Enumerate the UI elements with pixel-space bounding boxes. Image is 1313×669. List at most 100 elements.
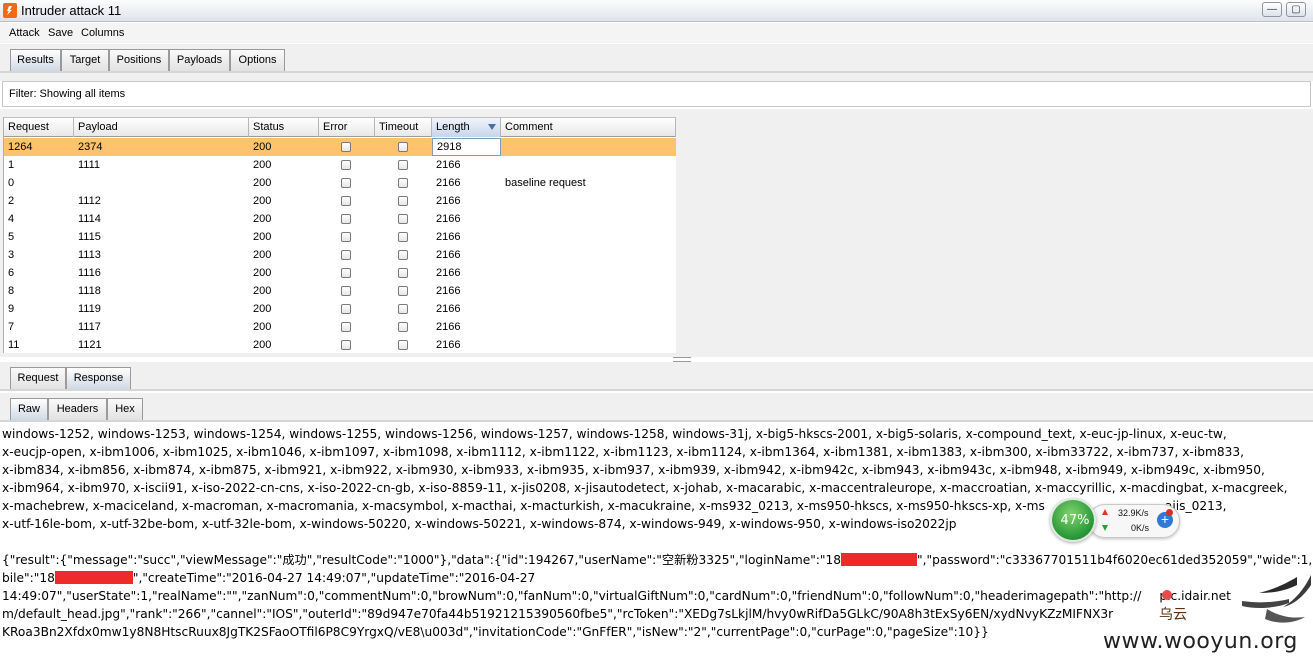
tab-headers[interactable]: Headers	[48, 398, 107, 420]
timeout-checkbox	[398, 286, 408, 296]
response-line: windows-1252, windows-1253, windows-1254…	[2, 425, 1313, 443]
table-row[interactable]: 7 1117 200 2166	[4, 318, 676, 336]
upload-arrow-icon	[1102, 509, 1108, 515]
column-status[interactable]: Status	[249, 118, 319, 137]
table-header: Request Payload Status Error Timeout Len…	[4, 117, 676, 137]
comment-cell	[501, 300, 505, 318]
table-row[interactable]: 4 1114 200 2166	[4, 210, 676, 228]
table-row[interactable]: 11 1121 200 2166	[4, 336, 676, 353]
table-row[interactable]: 1264 2374 200 2918	[4, 138, 676, 156]
column-timeout[interactable]: Timeout	[375, 118, 432, 137]
request-cell: 3	[8, 249, 15, 261]
tab-response[interactable]: Response	[66, 367, 131, 389]
response-text: bile":"18	[2, 571, 55, 585]
table-row[interactable]: 1 1111 200 2166	[4, 156, 676, 174]
length-cell: 2166	[436, 267, 461, 279]
download-speed: 0K/s	[1131, 523, 1150, 533]
column-length[interactable]: Length	[432, 118, 501, 137]
menu-save[interactable]: Save	[48, 27, 73, 39]
response-text: x-ibm834, x-ibm856, x-ibm874, x-ibm875, …	[2, 463, 1265, 477]
timeout-checkbox	[398, 268, 408, 278]
column-length-label: Length	[436, 121, 470, 133]
response-text: x-ibm964, x-ibm970, x-iscii91, x-iso-202…	[2, 481, 1288, 495]
table-row[interactable]: 2 1112 200 2166	[4, 192, 676, 210]
payload-cell: 1118	[78, 285, 101, 297]
tab-positions[interactable]: Positions	[109, 49, 169, 71]
comment-cell	[501, 210, 505, 228]
filter-bar[interactable]: Filter: Showing all items	[2, 81, 1311, 107]
request-cell: 8	[8, 285, 15, 297]
tab-results[interactable]: Results	[10, 49, 61, 71]
status-cell: 200	[253, 195, 272, 207]
column-error[interactable]: Error	[319, 118, 375, 137]
error-checkbox	[341, 160, 351, 170]
response-line: 14:49:07","userState":1,"realName":"","z…	[2, 587, 1313, 605]
status-cell: 200	[253, 159, 272, 171]
length-cell: 2166	[436, 213, 461, 225]
status-cell: 200	[253, 177, 272, 189]
timeout-checkbox	[398, 142, 408, 152]
timeout-checkbox	[398, 160, 408, 170]
table-row[interactable]: 9 1119 200 2166	[4, 300, 676, 318]
comment-cell	[501, 138, 505, 156]
response-line: {"result":{"message":"succ","viewMessage…	[2, 551, 1313, 569]
response-line: x-eucjp-open, x-ibm1006, x-ibm1025, x-ib…	[2, 443, 1313, 461]
payload-cell: 1113	[78, 249, 101, 261]
redaction-mark	[54, 571, 133, 584]
timeout-checkbox	[398, 340, 408, 350]
length-cell: 2918	[432, 138, 501, 156]
menu-bar: Attack Save Columns	[0, 23, 1313, 43]
burp-lightning-icon	[3, 3, 17, 18]
comment-cell	[501, 318, 505, 336]
sort-descending-icon	[488, 124, 496, 130]
tab-hex[interactable]: Hex	[107, 398, 143, 420]
request-cell: 7	[8, 321, 15, 333]
tab-raw[interactable]: Raw	[10, 398, 48, 420]
request-cell: 1264	[8, 141, 33, 153]
table-row[interactable]: 3 1113 200 2166	[4, 246, 676, 264]
status-cell: 200	[253, 339, 272, 351]
request-cell: 4	[8, 213, 15, 225]
error-checkbox	[341, 232, 351, 242]
view-tab-strip: Raw Headers Hex	[0, 393, 1313, 422]
comment-cell	[501, 336, 505, 353]
length-cell: 2166	[436, 339, 461, 351]
network-speed-widget[interactable]: 47% 32.9K/s 0K/s +	[1050, 498, 1180, 542]
payload-cell	[74, 174, 78, 192]
status-cell: 200	[253, 213, 272, 225]
tab-options[interactable]: Options	[230, 49, 285, 71]
column-comment[interactable]: Comment	[501, 118, 676, 137]
comment-cell: baseline request	[505, 177, 586, 189]
payload-cell: 1111	[78, 159, 101, 171]
length-cell: 2166	[436, 321, 461, 333]
column-payload[interactable]: Payload	[74, 118, 249, 137]
tab-request[interactable]: Request	[10, 367, 66, 389]
menu-attack[interactable]: Attack	[9, 27, 40, 39]
timeout-checkbox	[398, 178, 408, 188]
minimize-button[interactable]: —	[1262, 2, 1282, 17]
maximize-button[interactable]: ▢	[1286, 2, 1306, 17]
results-panel: Request Payload Status Error Timeout Len…	[0, 109, 1313, 357]
request-cell: 1	[8, 159, 15, 171]
payload-cell: 1112	[78, 195, 101, 207]
table-row[interactable]: 6 1116 200 2166	[4, 264, 676, 282]
memory-usage-circle[interactable]: 47%	[1050, 498, 1096, 542]
tab-payloads[interactable]: Payloads	[169, 49, 230, 71]
column-request[interactable]: Request	[4, 118, 74, 137]
table-row[interactable]: 5 1115 200 2166	[4, 228, 676, 246]
table-row[interactable]: 0 200 2166 baseline request	[4, 174, 676, 192]
response-text: KRoa3Bn2Xfdx0mw1y8N8HtscRuux8JgTK2SFaoOT…	[2, 625, 989, 639]
payload-cell: 1116	[78, 267, 101, 279]
timeout-checkbox	[398, 196, 408, 206]
menu-columns[interactable]: Columns	[81, 27, 124, 39]
length-cell: 2166	[436, 231, 461, 243]
filter-text: Filter: Showing all items	[9, 88, 126, 100]
tab-target[interactable]: Target	[61, 49, 109, 71]
error-checkbox	[341, 196, 351, 206]
title-bar: Intruder attack 11 — ▢	[0, 0, 1313, 22]
response-line: bile":"18 ","createTime":"2016-04-27 14:4…	[2, 569, 1313, 587]
download-arrow-icon	[1102, 525, 1108, 531]
table-row[interactable]: 8 1118 200 2166	[4, 282, 676, 300]
status-cell: 200	[253, 267, 272, 279]
error-checkbox	[341, 142, 351, 152]
